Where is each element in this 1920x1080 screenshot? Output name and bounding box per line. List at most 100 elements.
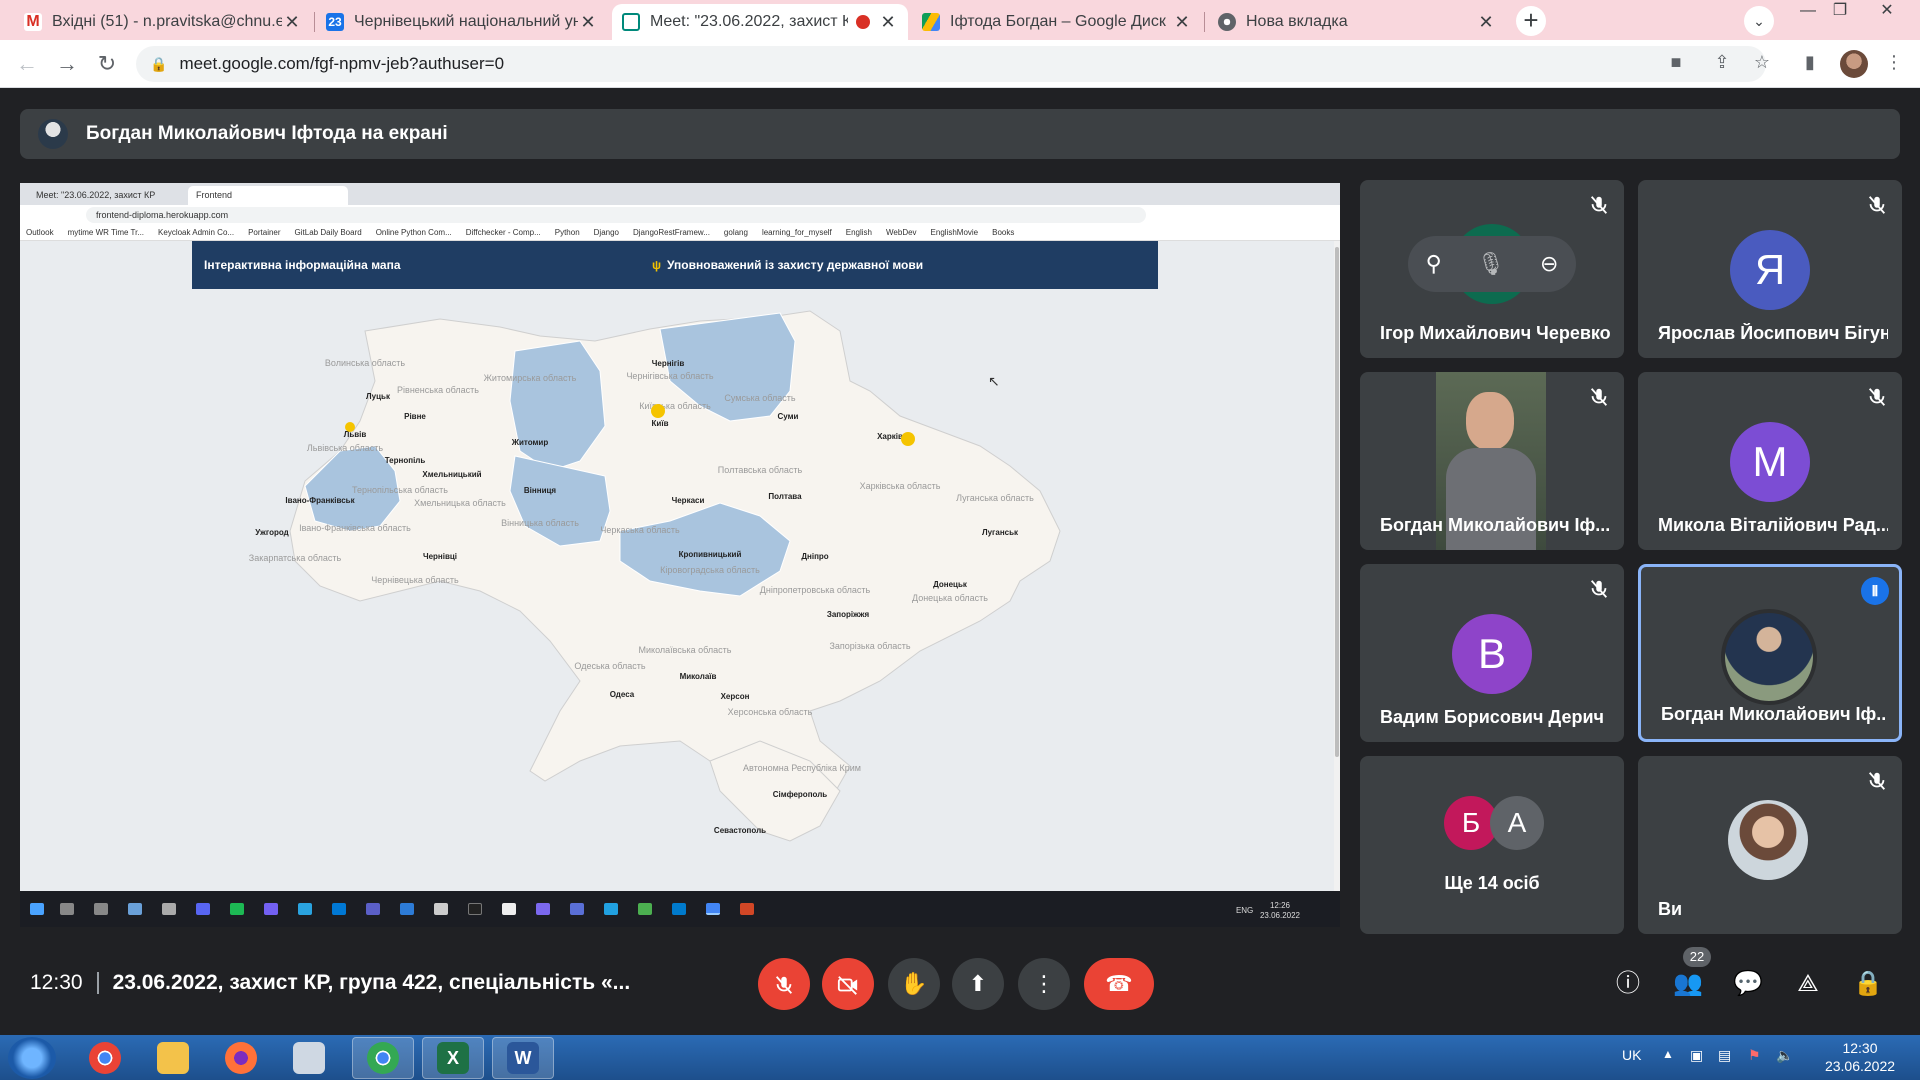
reload-icon[interactable]: ↻ [92,50,122,78]
taskbar-excel[interactable]: X [422,1037,484,1079]
shared-time: 12:26 [1269,901,1290,910]
map-label: Кіровоградська область [660,565,760,575]
present-screen-button[interactable]: ⬆ [952,958,1004,1010]
taskbar-explorer[interactable] [142,1037,204,1079]
more-participants-tile[interactable]: Б А Ще 14 осіб [1360,756,1624,934]
taskbar-calculator[interactable] [278,1037,340,1079]
profile-avatar[interactable] [1840,50,1868,78]
tab-new[interactable]: Нова вкладка ✕ [1208,4,1506,40]
bookmark-item[interactable]: golang [724,228,748,237]
map-label: Івано-Франківська область [299,523,411,533]
teams-icon [366,903,380,915]
tray-expand-icon[interactable]: ▲ [1662,1047,1674,1061]
close-icon[interactable]: ✕ [878,12,898,33]
forward-icon[interactable]: → [52,50,82,78]
chat-icon[interactable]: 💬 [1728,964,1768,1004]
participant-name: Ярослав Йосипович Бігун [1658,323,1888,343]
bookmark-star-icon[interactable]: ☆ [1748,52,1776,76]
info-icon[interactable]: ⓘ [1608,964,1648,1004]
taskbar-word[interactable]: W [492,1037,554,1079]
shared-tab-frontend: Frontend [188,186,348,205]
bookmark-item[interactable]: mytime WR Time Tr... [68,228,144,237]
keyboard-language[interactable]: UK [1622,1047,1641,1063]
calculator-icon [293,1042,325,1074]
close-window-button[interactable]: ✕ [1866,0,1908,24]
participant-tile-speaking[interactable]: ⦀ Богдан Миколайович Іф... [1638,564,1902,742]
bookmark-item[interactable]: EnglishMovie [931,228,979,237]
pin-icon[interactable]: ⚲ [1426,251,1442,277]
tab-meet[interactable]: Meet: "23.06.2022, захист КР ✕ [612,4,908,40]
bookmark-item[interactable]: DjangoRestFramew... [633,228,710,237]
tab-drive[interactable]: Іфтода Богдан – Google Диск ✕ [912,4,1202,40]
more-options-button[interactable]: ⋮ [1018,958,1070,1010]
bookmark-item[interactable]: GitLab Daily Board [295,228,362,237]
bookmark-item[interactable]: Portainer [248,228,280,237]
shared-address-bar: frontend-diploma.herokuapp.com [20,205,1340,225]
map-label: Волинська область [325,358,406,368]
new-tab-button[interactable]: + [1516,6,1546,36]
tab-search-icon[interactable]: ⌄ [1744,6,1774,36]
minimize-button[interactable]: — [1794,0,1822,24]
taskbar-firefox[interactable] [210,1037,272,1079]
tab-university[interactable]: 23 Чернівецький національний уні ✕ [316,4,608,40]
bookmark-item[interactable]: Outlook [26,228,54,237]
bookmark-item[interactable]: Diffchecker - Comp... [466,228,541,237]
participant-name: Вадим Борисович Дерич [1380,707,1604,727]
share-icon[interactable]: ⇪ [1708,52,1736,76]
shared-screen[interactable]: Meet: "23.06.2022, захист КР Frontend fr… [20,183,1340,927]
browser-tab-strip: M Вхідні (51) - n.pravitska@chnu.ed ✕ 23… [0,0,1920,40]
taskbar-chrome[interactable] [74,1037,136,1079]
participant-tile[interactable]: М Микола Віталійович Рад... [1638,372,1902,550]
raise-hand-button[interactable]: ✋ [888,958,940,1010]
bookmark-item[interactable]: WebDev [886,228,917,237]
people-icon[interactable]: 👥 [1668,964,1708,1004]
bookmark-item[interactable]: learning_for_myself [762,228,832,237]
mic-off-icon[interactable]: 🎙 [1477,251,1505,277]
camera-icon[interactable]: ■ [1662,52,1690,76]
mouse-cursor-icon: ↖ [988,373,1000,389]
back-icon[interactable]: ← [12,50,42,78]
leave-call-button[interactable]: ☎ [1084,958,1154,1010]
action-center-icon[interactable]: ⚑ [1748,1047,1761,1064]
restore-button[interactable]: ❐ [1826,0,1854,24]
mic-muted-icon [1866,386,1888,408]
clock-time: 12:30 [1842,1040,1878,1056]
bookmark-item[interactable]: Keycloak Admin Co... [158,228,234,237]
map-label: Кропивницький [679,550,742,559]
participant-tile[interactable]: Богдан Миколайович Іф... [1360,372,1624,550]
bookmark-item[interactable]: Python [555,228,580,237]
mic-muted-icon [1866,770,1888,792]
self-tile[interactable]: Ви [1638,756,1902,934]
menu-icon[interactable]: ⋮ [1880,52,1908,76]
participant-tile[interactable]: В Вадим Борисович Дерич [1360,564,1624,742]
activities-icon[interactable]: ⟁ [1788,964,1828,1004]
participant-tile[interactable]: Я Ярослав Йосипович Бігун [1638,180,1902,358]
tab-gmail[interactable]: M Вхідні (51) - n.pravitska@chnu.ed ✕ [14,4,312,40]
address-bar[interactable]: 🔒 meet.google.com/fgf-npmv-jeb?authuser=… [136,46,1766,82]
bookmark-item[interactable]: Django [594,228,619,237]
mic-muted-icon [1588,578,1610,600]
bookmark-item[interactable]: English [846,228,872,237]
bookmark-item[interactable]: Online Python Com... [376,228,452,237]
system-clock[interactable]: 12:30 23.06.2022 [1810,1039,1910,1075]
map-label: Черкаська область [600,525,680,535]
camera-toggle-button[interactable] [822,958,874,1010]
volume-icon[interactable]: 🔈 [1776,1047,1793,1064]
avatar: А [1490,796,1544,850]
close-icon[interactable]: ✕ [1476,12,1496,33]
taskbar-chrome-open[interactable] [352,1037,414,1079]
remove-icon[interactable]: ⊖ [1540,251,1558,277]
close-icon[interactable]: ✕ [1172,12,1192,33]
close-icon[interactable]: ✕ [282,12,302,33]
start-button[interactable] [8,1037,56,1079]
close-icon[interactable]: ✕ [578,12,598,33]
map-label: Автономна Республіка Крим [743,763,861,773]
network-icon[interactable]: ▤ [1718,1047,1731,1064]
mic-toggle-button[interactable] [758,958,810,1010]
tray-icon[interactable]: ▣ [1690,1047,1703,1064]
ukraine-map[interactable]: Волинська область Луцьк Рівненська область… [20,241,1336,891]
bookmark-item[interactable]: Books [992,228,1014,237]
participant-tile[interactable]: ⚲ 🎙 ⊖ Ігор Михайлович Черевко [1360,180,1624,358]
host-controls-icon[interactable]: 🔒 [1848,964,1888,1004]
sidepanel-icon[interactable]: ▮ [1796,52,1824,76]
